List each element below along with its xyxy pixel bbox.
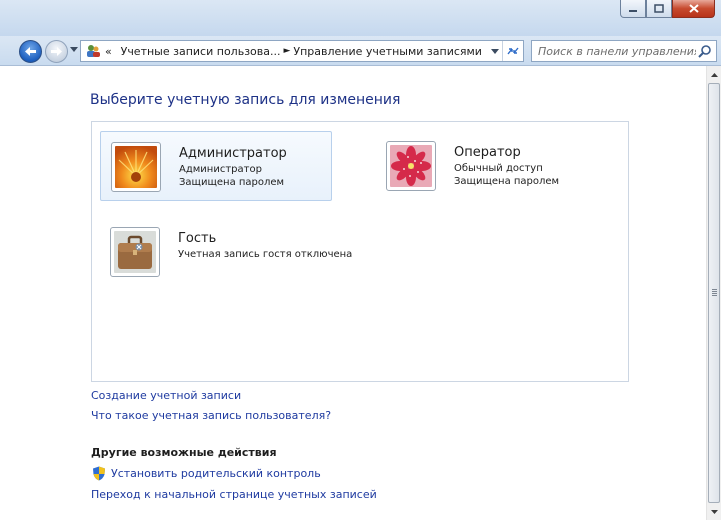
refresh-button[interactable] [502,41,523,61]
shield-icon [92,466,106,484]
title-bar [0,0,721,36]
recent-pages-dropdown[interactable] [70,47,78,52]
scroll-up-button[interactable] [707,66,721,83]
scroll-down-button[interactable] [707,503,721,520]
create-account-link[interactable]: Создание учетной записи [91,389,241,402]
breadcrumb-separator[interactable]: ► [283,46,290,56]
avatar [110,227,160,277]
accounts-panel: Администратор Администратор Защищена пар… [91,121,629,382]
refresh-icon [507,47,519,55]
caption-buttons [620,0,715,19]
accounts-home-link[interactable]: Переход к начальной странице учетных зап… [91,488,377,501]
parental-control-link[interactable]: Установить родительский контроль [111,467,321,480]
account-status: Учетная запись гостя отключена [178,249,353,260]
back-button[interactable] [19,40,42,63]
search-icon[interactable] [698,44,712,61]
chevron-down-icon [710,509,718,514]
user-accounts-icon [85,44,101,58]
search-input[interactable] [538,44,696,58]
breadcrumb-prefix[interactable]: « [105,45,112,58]
account-guest[interactable]: Гость Учетная запись гостя отключена [100,217,352,287]
main-content: Выберите учетную запись для изменения Ад… [0,66,706,520]
breadcrumb-spacer [115,46,118,56]
breadcrumb-parent[interactable]: Учетные записи пользова... [121,45,281,58]
address-bar[interactable]: « Учетные записи пользова... ► Управлени… [80,40,524,62]
account-type: Администратор [179,164,262,175]
account-name: Администратор [179,146,287,161]
address-dropdown-icon[interactable] [491,49,499,54]
what-is-account-link[interactable]: Что такое учетная запись пользователя? [91,409,331,422]
control-panel-window: « Учетные записи пользова... ► Управлени… [0,0,721,520]
breadcrumb-current[interactable]: Управление учетными записями [293,45,482,58]
search-box[interactable] [531,40,717,62]
pink-flower-picture [390,145,432,187]
scroll-thumb[interactable] [708,83,720,503]
maximize-icon [654,4,664,13]
orange-flower-picture [115,146,157,188]
other-actions-heading: Другие возможные действия [91,446,277,459]
minimize-button[interactable] [620,0,646,18]
close-icon [688,4,699,13]
account-administrator[interactable]: Администратор Администратор Защищена пар… [100,131,332,201]
page-title: Выберите учетную запись для изменения [90,92,401,108]
account-status: Защищена паролем [454,176,560,187]
grip-icon [712,289,717,297]
briefcase-picture [114,231,156,273]
avatar [111,142,161,192]
avatar [386,141,436,191]
maximize-button[interactable] [646,0,672,18]
account-status: Защищена паролем [179,177,285,188]
account-name: Оператор [454,145,521,160]
vertical-scrollbar[interactable] [706,66,721,520]
forward-button[interactable] [45,40,68,63]
arrow-right-icon [51,47,62,56]
chevron-up-icon [710,72,718,77]
close-button[interactable] [672,0,715,18]
account-name: Гость [178,231,217,246]
account-operator[interactable]: Оператор Обычный доступ Защищена паролем [376,131,608,201]
minimize-icon [629,9,637,12]
arrow-left-icon [25,47,36,56]
account-type: Обычный доступ [454,163,543,174]
